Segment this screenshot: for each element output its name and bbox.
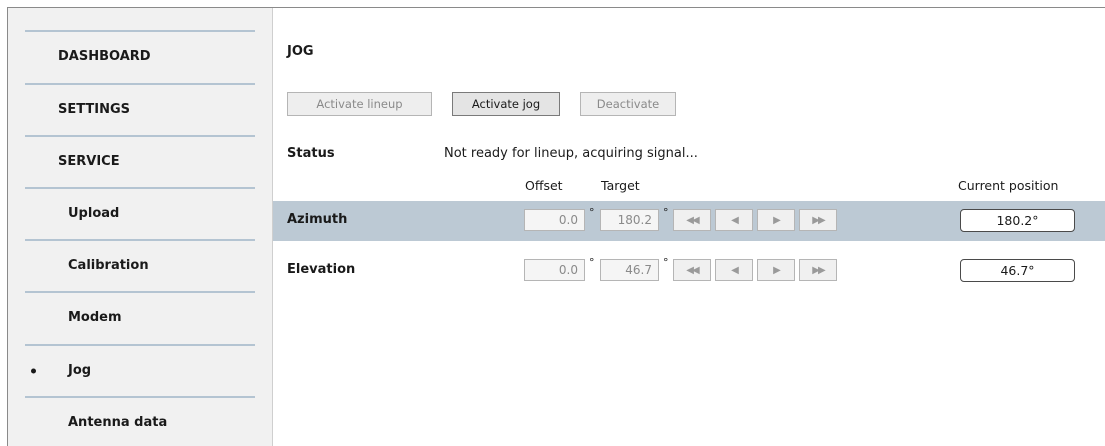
jog-fast-left-button[interactable]: ◀◀ bbox=[673, 209, 711, 231]
fast-left-icon: ◀◀ bbox=[686, 214, 699, 226]
sidebar-item-upload[interactable]: Upload bbox=[25, 187, 255, 238]
sidebar-item-label: DASHBOARD bbox=[58, 49, 151, 64]
degree-symbol: ° bbox=[589, 206, 595, 219]
sidebar-item-dashboard[interactable]: DASHBOARD bbox=[25, 30, 255, 81]
jog-right-button[interactable]: ▶ bbox=[757, 259, 795, 281]
degree-symbol: ° bbox=[589, 256, 595, 269]
sidebar-item-antenna-data[interactable]: Antenna data bbox=[25, 396, 255, 446]
app-frame: DASHBOARD SETTINGS SERVICE Upload Calibr… bbox=[7, 7, 1105, 446]
elevation-row: Elevation 0.0 ° 46.7 ° ◀◀ ◀ ▶ ▶▶ 46.7° bbox=[273, 251, 1105, 291]
elevation-target-field[interactable]: 46.7 bbox=[600, 259, 659, 281]
elevation-label: Elevation bbox=[287, 262, 356, 277]
right-icon: ▶ bbox=[773, 264, 781, 276]
sidebar-item-modem[interactable]: Modem bbox=[25, 291, 255, 342]
page-title: JOG bbox=[287, 44, 314, 59]
jog-left-button[interactable]: ◀ bbox=[715, 209, 753, 231]
activate-jog-button[interactable]: Activate jog bbox=[452, 92, 560, 116]
sidebar-item-label: Calibration bbox=[68, 258, 149, 273]
degree-symbol: ° bbox=[663, 256, 669, 269]
jog-fast-right-button[interactable]: ▶▶ bbox=[799, 259, 837, 281]
left-icon: ◀ bbox=[731, 264, 739, 276]
current-position-column-header: Current position bbox=[958, 178, 1059, 193]
active-bullet-icon bbox=[31, 368, 36, 373]
degree-symbol: ° bbox=[663, 206, 669, 219]
jog-right-button[interactable]: ▶ bbox=[757, 209, 795, 231]
elevation-current-position: 46.7° bbox=[960, 259, 1075, 282]
right-icon: ▶ bbox=[773, 214, 781, 226]
sidebar: DASHBOARD SETTINGS SERVICE Upload Calibr… bbox=[8, 8, 273, 446]
deactivate-button[interactable]: Deactivate bbox=[580, 92, 676, 116]
status-label: Status bbox=[287, 146, 335, 161]
fast-right-icon: ▶▶ bbox=[812, 214, 825, 226]
azimuth-label: Azimuth bbox=[287, 212, 348, 227]
sidebar-item-calibration[interactable]: Calibration bbox=[25, 239, 255, 290]
fast-right-icon: ▶▶ bbox=[812, 264, 825, 276]
jog-left-button[interactable]: ◀ bbox=[715, 259, 753, 281]
jog-fast-left-button[interactable]: ◀◀ bbox=[673, 259, 711, 281]
azimuth-current-position: 180.2° bbox=[960, 209, 1075, 232]
azimuth-target-field[interactable]: 180.2 bbox=[600, 209, 659, 231]
activate-lineup-button[interactable]: Activate lineup bbox=[287, 92, 432, 116]
elevation-offset-field[interactable]: 0.0 bbox=[524, 259, 585, 281]
sidebar-item-label: Upload bbox=[68, 206, 120, 221]
sidebar-item-label: SERVICE bbox=[58, 154, 120, 169]
status-text: Not ready for lineup, acquiring signal..… bbox=[444, 146, 698, 161]
fast-left-icon: ◀◀ bbox=[686, 264, 699, 276]
left-icon: ◀ bbox=[731, 214, 739, 226]
azimuth-row: Azimuth 0.0 ° 180.2 ° ◀◀ ◀ ▶ ▶▶ 180.2° bbox=[273, 201, 1105, 241]
sidebar-item-service[interactable]: SERVICE bbox=[25, 135, 255, 186]
offset-column-header: Offset bbox=[525, 178, 563, 193]
jog-fast-right-button[interactable]: ▶▶ bbox=[799, 209, 837, 231]
main-content: JOG Activate lineup Activate jog Deactiv… bbox=[273, 8, 1105, 446]
sidebar-item-label: SETTINGS bbox=[58, 102, 131, 117]
sidebar-item-settings[interactable]: SETTINGS bbox=[25, 83, 255, 134]
sidebar-item-jog[interactable]: Jog bbox=[25, 344, 255, 395]
azimuth-offset-field[interactable]: 0.0 bbox=[524, 209, 585, 231]
sidebar-item-label: Antenna data bbox=[68, 415, 168, 430]
sidebar-item-label: Modem bbox=[68, 310, 122, 325]
target-column-header: Target bbox=[601, 178, 640, 193]
